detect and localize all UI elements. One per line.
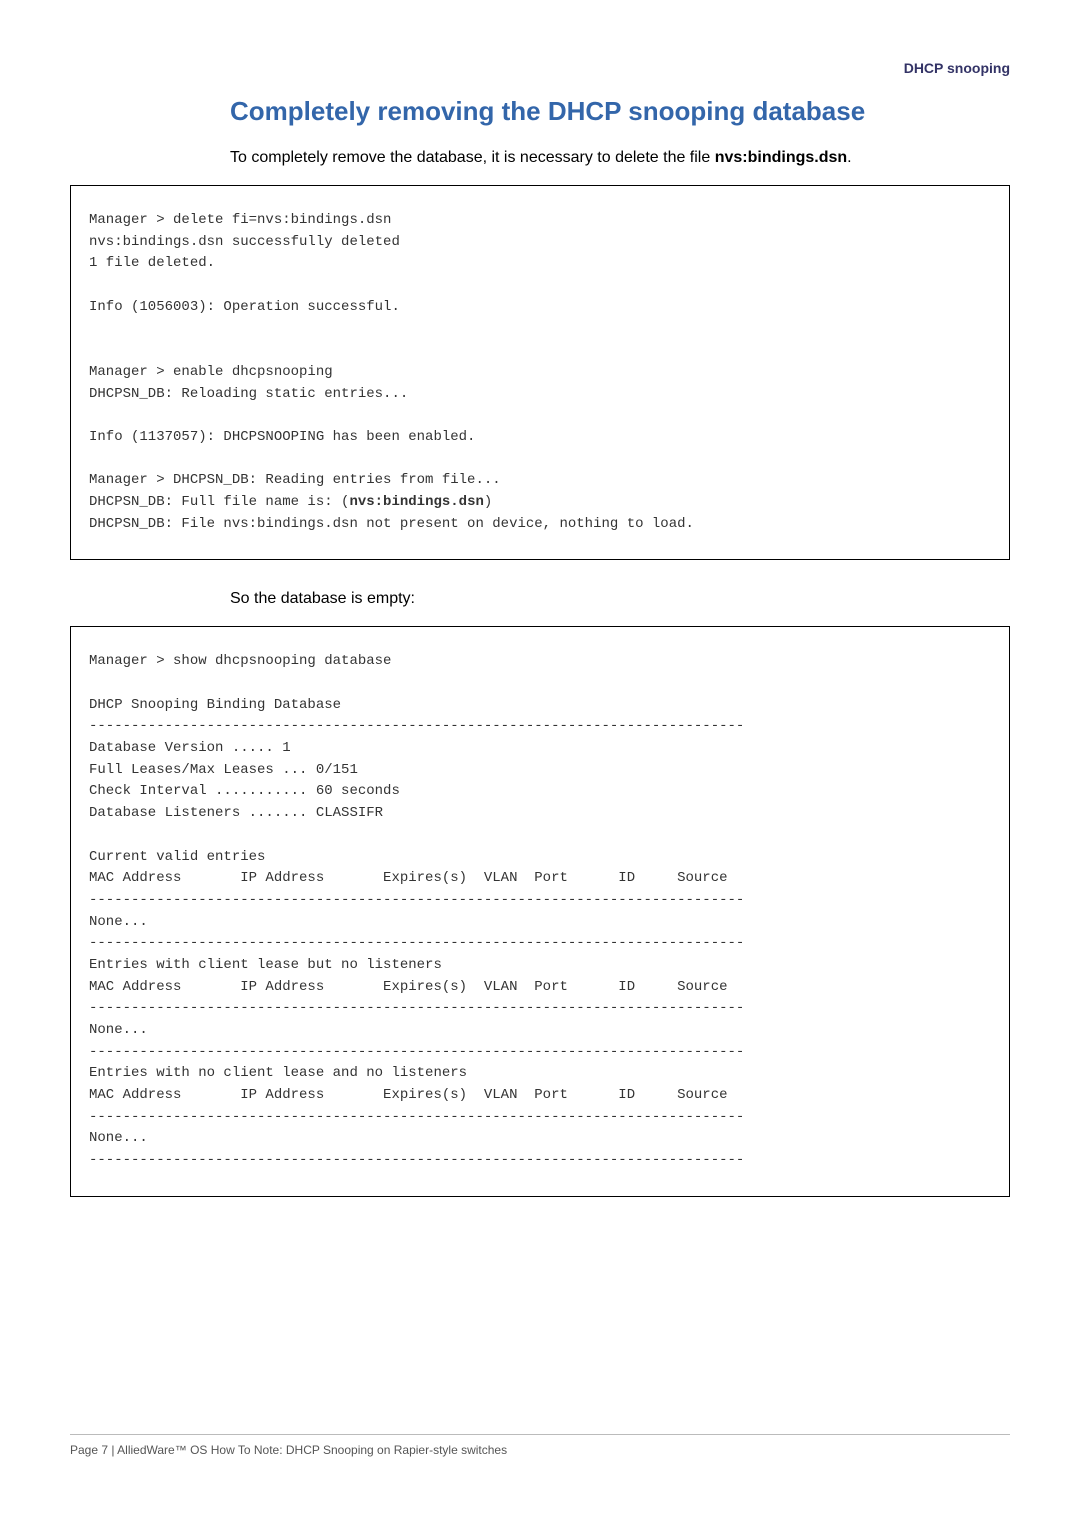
- intro-prefix: To completely remove the database, it is…: [230, 149, 715, 166]
- code-line: ----------------------------------------…: [89, 718, 744, 734]
- code-line: Full Leases/Max Leases ... 0/151: [89, 762, 358, 778]
- mid-paragraph: So the database is empty:: [230, 590, 1010, 608]
- code-line: None...: [89, 1130, 148, 1146]
- code-line: 1 file deleted.: [89, 255, 215, 271]
- code-line: ): [484, 494, 492, 510]
- code-line: ----------------------------------------…: [89, 1152, 744, 1168]
- code-line: Manager > delete fi=nvs:bindings.dsn: [89, 212, 391, 228]
- code-line: DHCPSN_DB: Full file name is: (: [89, 494, 349, 510]
- code-line: ----------------------------------------…: [89, 1109, 744, 1125]
- code-line: DHCPSN_DB: Reloading static entries...: [89, 386, 408, 402]
- code-line: Info (1056003): Operation successful.: [89, 299, 400, 315]
- code-line: Entries with no client lease and no list…: [89, 1065, 467, 1081]
- intro-paragraph: To completely remove the database, it is…: [230, 149, 1010, 167]
- intro-filename: nvs:bindings.dsn: [715, 149, 847, 166]
- intro-suffix: .: [847, 149, 851, 166]
- code-line: None...: [89, 914, 148, 930]
- code-line: Database Listeners ....... CLASSIFR: [89, 805, 383, 821]
- code-line: Current valid entries: [89, 849, 265, 865]
- code-line: MAC Address IP Address Expires(s) VLAN P…: [89, 1087, 728, 1103]
- section-title: Completely removing the DHCP snooping da…: [230, 96, 1010, 127]
- code-line: nvs:bindings.dsn successfully deleted: [89, 234, 400, 250]
- code-line: ----------------------------------------…: [89, 892, 744, 908]
- code-line: Manager > DHCPSN_DB: Reading entries fro…: [89, 472, 501, 488]
- code-line: DHCP Snooping Binding Database: [89, 697, 341, 713]
- code-line: Info (1137057): DHCPSNOOPING has been en…: [89, 429, 475, 445]
- page-footer: Page 7 | AlliedWare™ OS How To Note: DHC…: [70, 1434, 1010, 1457]
- code-line: Manager > enable dhcpsnooping: [89, 364, 333, 380]
- code-line: Manager > show dhcpsnooping database: [89, 653, 391, 669]
- footer-text: Page 7 | AlliedWare™ OS How To Note: DHC…: [70, 1443, 507, 1457]
- code-line: None...: [89, 1022, 148, 1038]
- code-block-show-database: Manager > show dhcpsnooping database DHC…: [70, 626, 1010, 1197]
- code-line: MAC Address IP Address Expires(s) VLAN P…: [89, 979, 728, 995]
- code-line: ----------------------------------------…: [89, 935, 744, 951]
- code-line: Entries with client lease but no listene…: [89, 957, 442, 973]
- code-line: DHCPSN_DB: File nvs:bindings.dsn not pre…: [89, 516, 694, 532]
- code-line: ----------------------------------------…: [89, 1044, 744, 1060]
- code-filename-bold: nvs:bindings.dsn: [349, 494, 483, 510]
- code-line: ----------------------------------------…: [89, 1000, 744, 1016]
- code-line: Check Interval ........... 60 seconds: [89, 783, 400, 799]
- code-line: Database Version ..... 1: [89, 740, 291, 756]
- page-header-label: DHCP snooping: [70, 60, 1010, 76]
- code-line: MAC Address IP Address Expires(s) VLAN P…: [89, 870, 728, 886]
- code-block-delete: Manager > delete fi=nvs:bindings.dsn nvs…: [70, 185, 1010, 560]
